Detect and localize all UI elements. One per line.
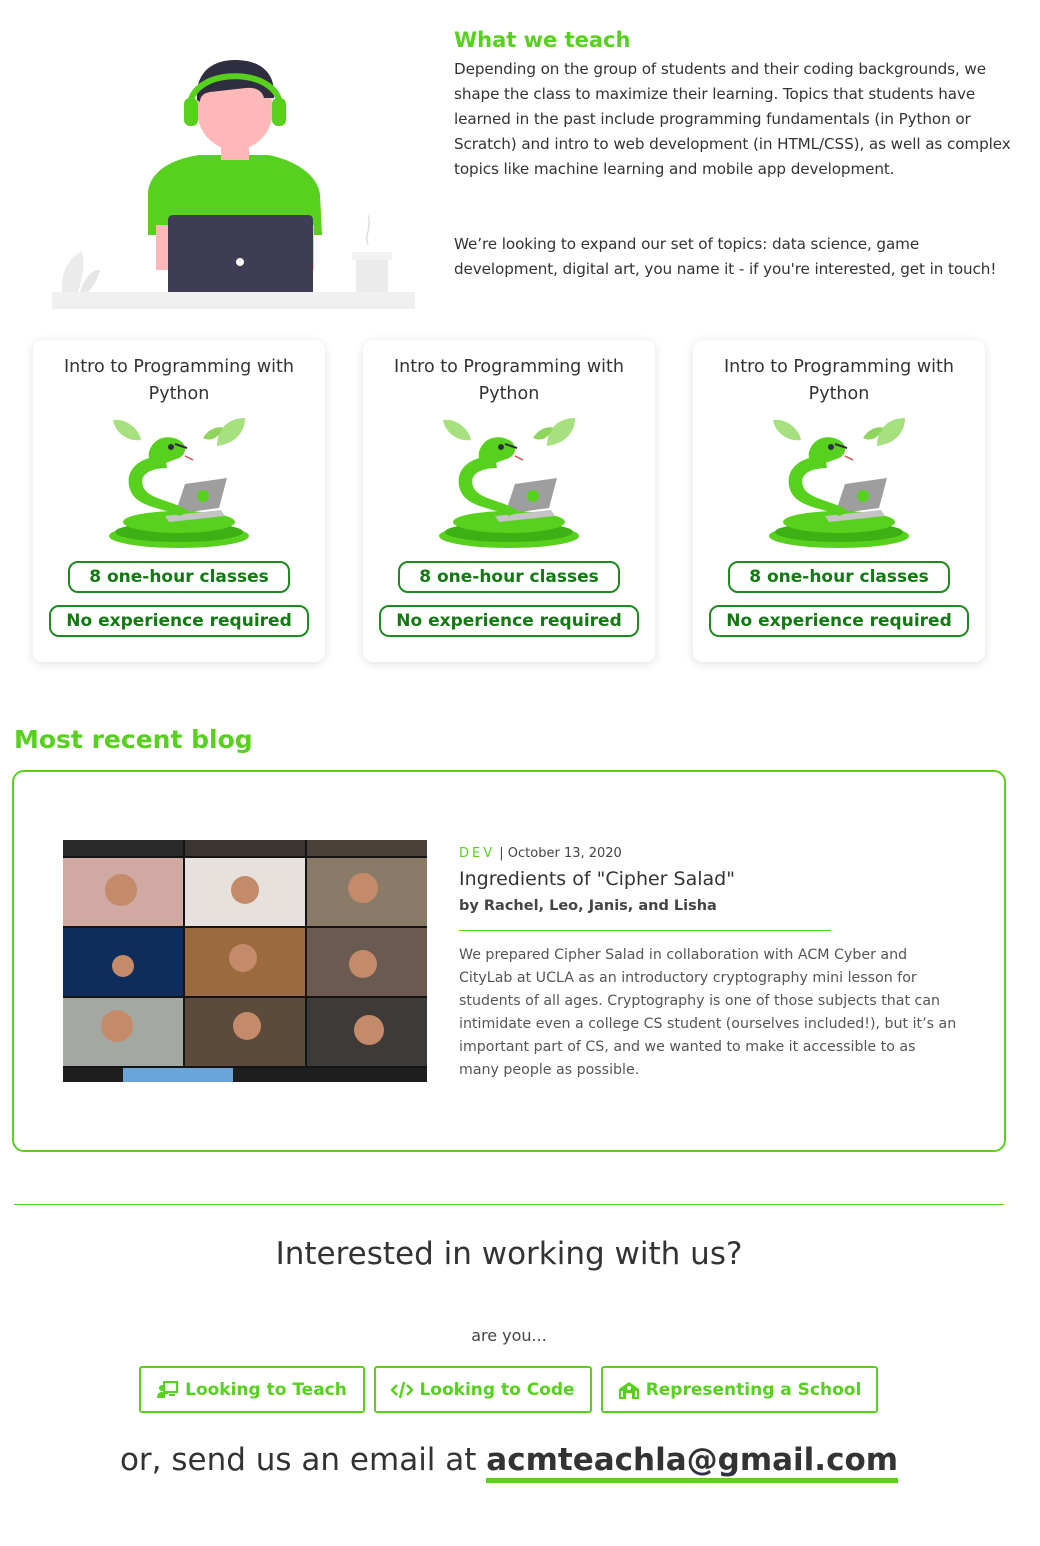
email-prefix: or, send us an email at (119, 1442, 487, 1478)
blog-category-tag[interactable]: DEV (459, 846, 495, 861)
course-title: Intro to Programming with Python (64, 357, 294, 404)
teach-description-paragraph: Depending on the group of students and t… (454, 60, 1011, 178)
python-snake-illustration (438, 417, 580, 549)
representing-a-school-button[interactable]: Representing a School (601, 1366, 878, 1413)
experience-badge: No experience required (49, 605, 309, 637)
button-label: Looking to Teach (185, 1379, 347, 1400)
code-icon (391, 1381, 414, 1398)
blog-meta: DEV | October 13, 2020 (459, 846, 622, 861)
course-card[interactable]: Intro to Programming with Python 8 one-h… (363, 340, 655, 662)
experience-badge: No experience required (379, 605, 639, 637)
blog-authors: by Rachel, Leo, Janis, and Lisha (459, 898, 717, 914)
what-we-teach-heading: What we teach (454, 28, 631, 52)
school-icon (618, 1381, 639, 1399)
blog-post-title[interactable]: Ingredients of "Cipher Salad" (459, 868, 735, 890)
course-title: Intro to Programming with Python (394, 357, 624, 404)
most-recent-blog-heading: Most recent blog (14, 725, 253, 754)
python-snake-illustration (768, 417, 910, 549)
blog-divider (459, 930, 831, 931)
experience-badge: No experience required (709, 605, 969, 637)
looking-to-teach-button[interactable]: Looking to Teach (139, 1366, 365, 1413)
python-snake-illustration (108, 417, 250, 549)
email-link[interactable]: acmteachla@gmail.com (486, 1442, 899, 1483)
class-count-badge: 8 one-hour classes (68, 561, 290, 593)
button-label: Representing a School (645, 1379, 862, 1400)
blog-excerpt: We prepared Cipher Salad in collaboratio… (459, 947, 957, 1078)
video-call-group-photo[interactable] (63, 840, 427, 1082)
class-count-badge: 8 one-hour classes (398, 561, 620, 593)
course-card[interactable]: Intro to Programming with Python 8 one-h… (693, 340, 985, 662)
cta-subheading: are you... (471, 1326, 547, 1345)
blog-date: October 13, 2020 (507, 846, 622, 861)
looking-to-code-button[interactable]: Looking to Code (374, 1366, 592, 1413)
button-label: Looking to Code (419, 1379, 575, 1400)
cta-heading: Interested in working with us? (275, 1236, 743, 1272)
meta-separator: | (499, 846, 508, 861)
person-at-laptop-illustration (52, 60, 415, 309)
course-title: Intro to Programming with Python (724, 357, 954, 404)
teach-expand-paragraph: We’re looking to expand our set of topic… (454, 235, 997, 278)
email-contact-line: or, send us an email at acmteachla@gmail… (0, 1442, 1018, 1483)
course-card[interactable]: Intro to Programming with Python 8 one-h… (33, 340, 325, 662)
class-count-badge: 8 one-hour classes (728, 561, 950, 593)
section-divider (14, 1204, 1004, 1205)
chalkboard-teacher-icon (157, 1380, 179, 1398)
